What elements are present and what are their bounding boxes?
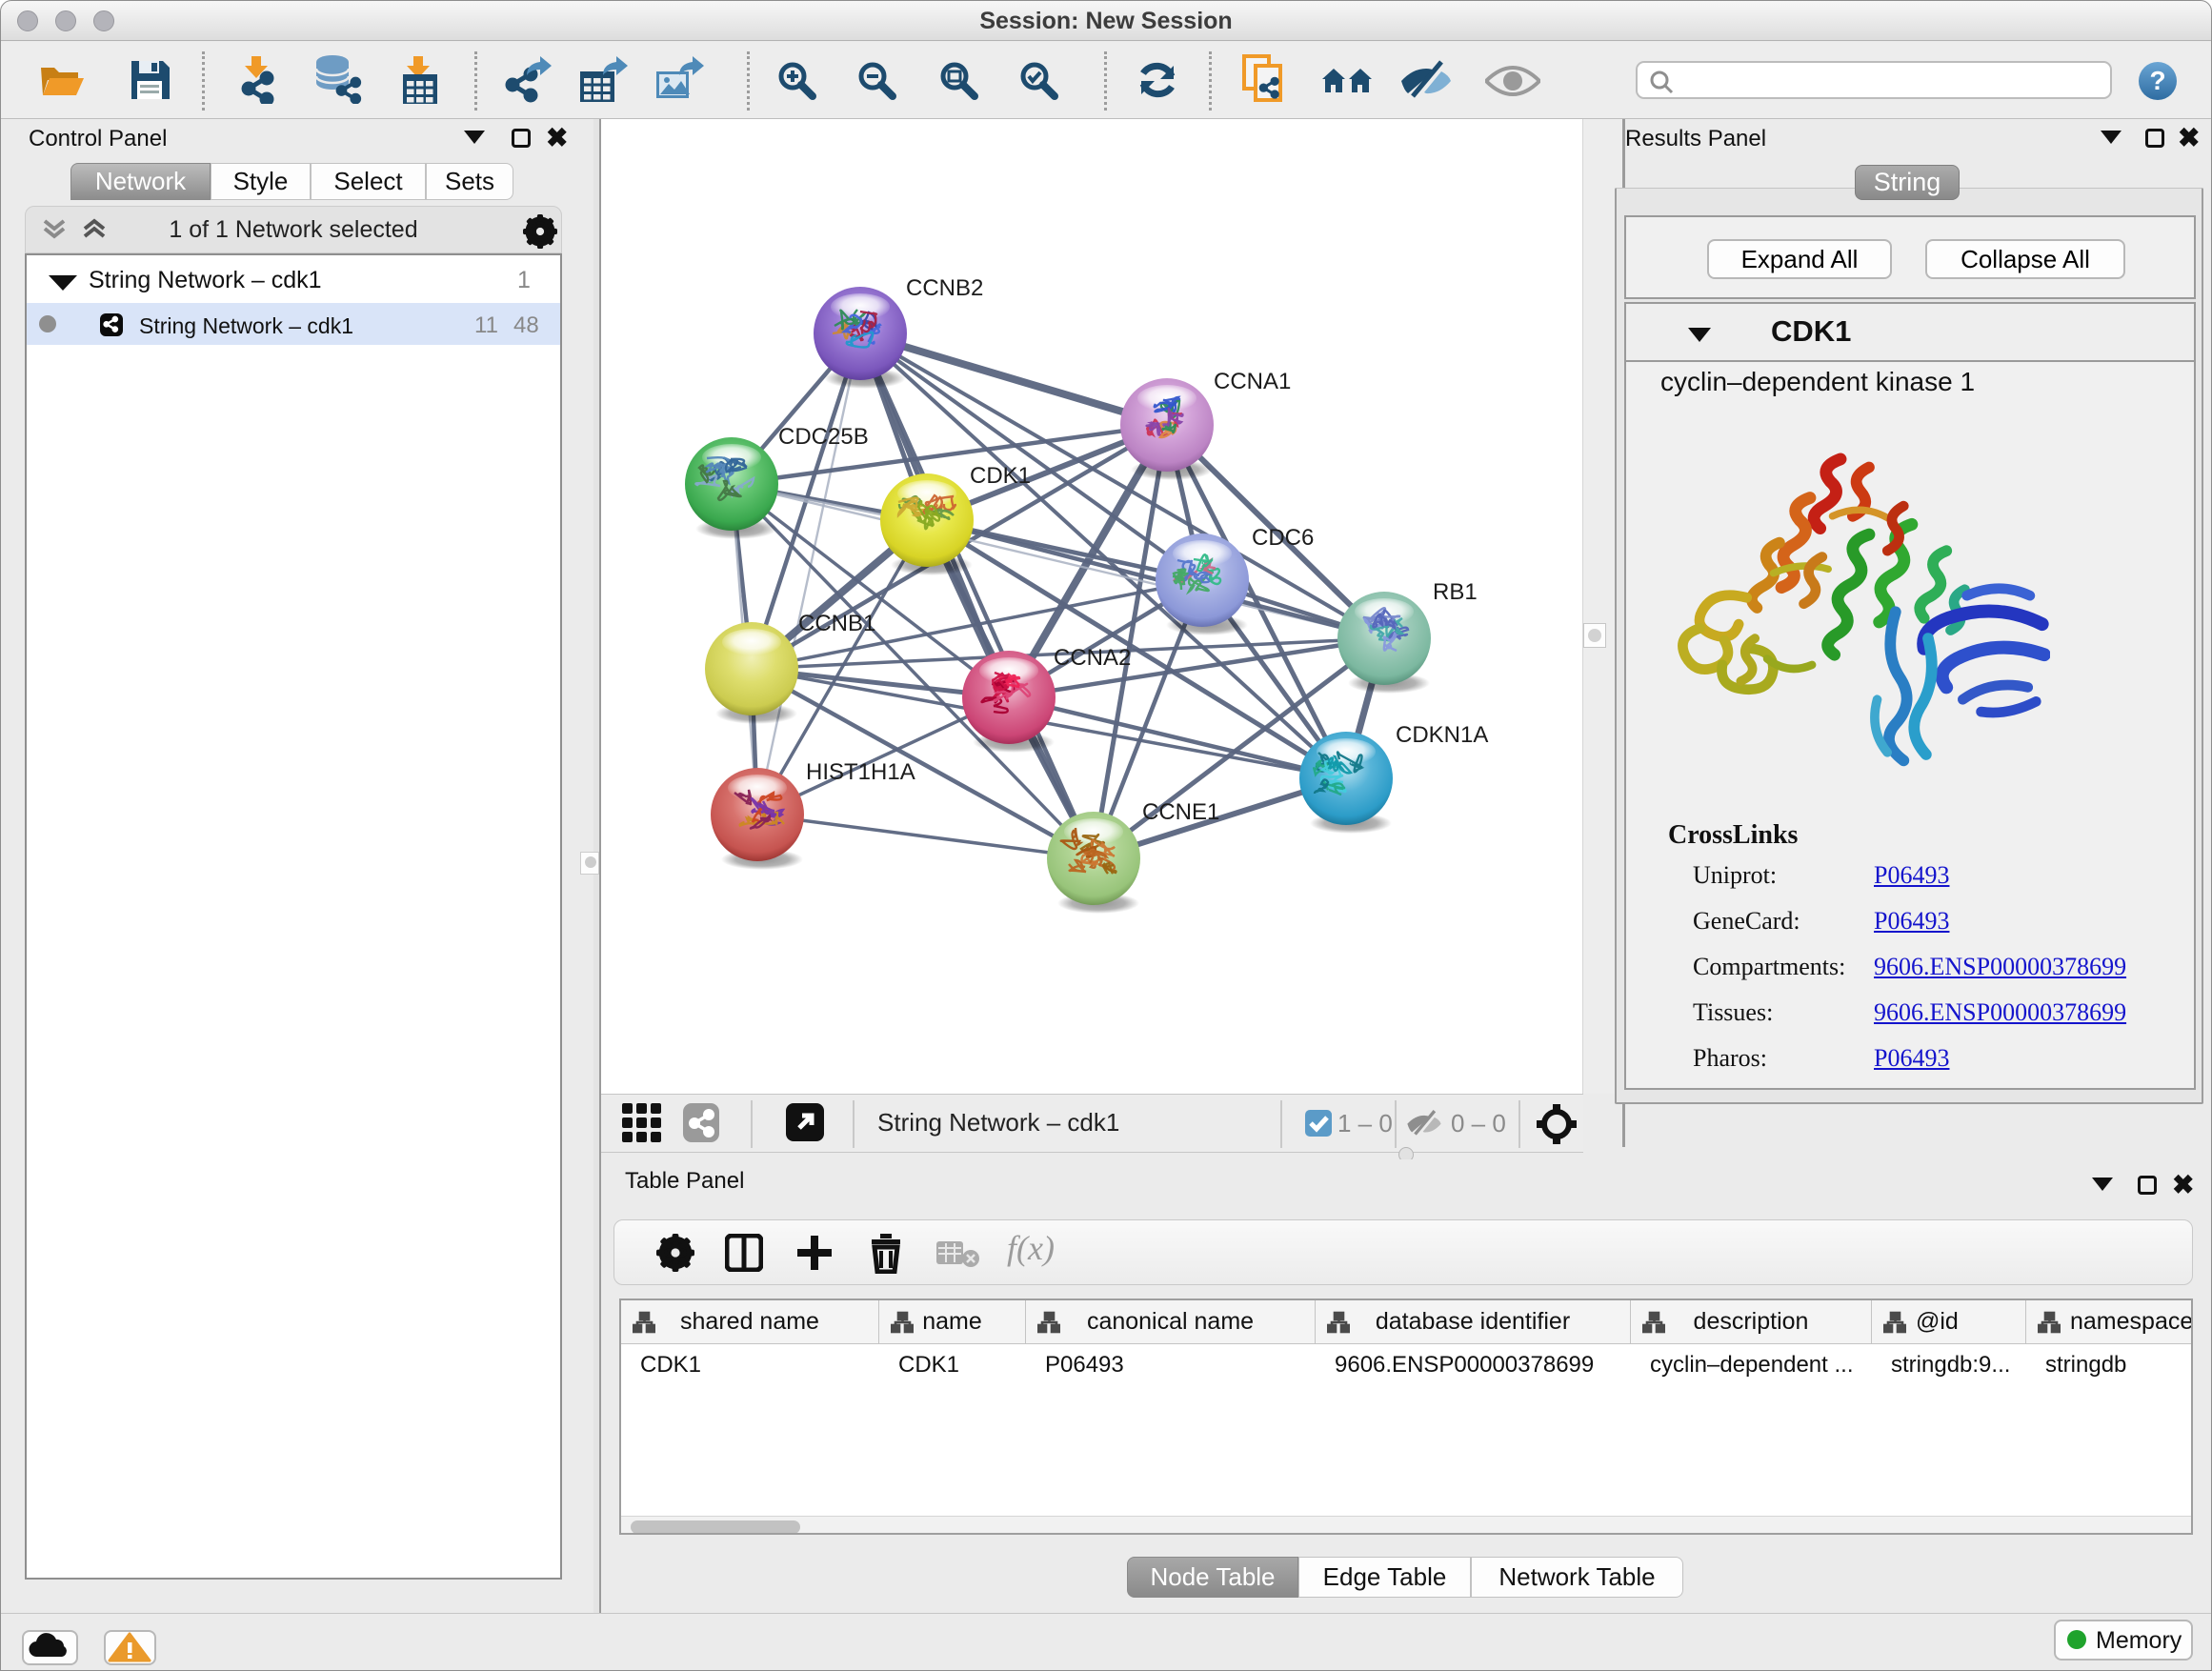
svg-text:CCNA2: CCNA2 [1054,645,1131,671]
svg-text:HIST1H1A: HIST1H1A [806,759,915,785]
svg-text:CCNB2: CCNB2 [906,275,983,301]
svg-text:CDC25B: CDC25B [778,424,869,450]
svg-text:CCNE1: CCNE1 [1142,799,1219,825]
svg-text:CDKN1A: CDKN1A [1396,722,1488,748]
svg-text:CDK1: CDK1 [970,463,1031,489]
svg-text:CCNA1: CCNA1 [1214,369,1291,394]
svg-text:CDC6: CDC6 [1252,525,1314,551]
svg-text:RB1: RB1 [1433,579,1478,605]
svg-text:CCNB1: CCNB1 [798,611,875,636]
